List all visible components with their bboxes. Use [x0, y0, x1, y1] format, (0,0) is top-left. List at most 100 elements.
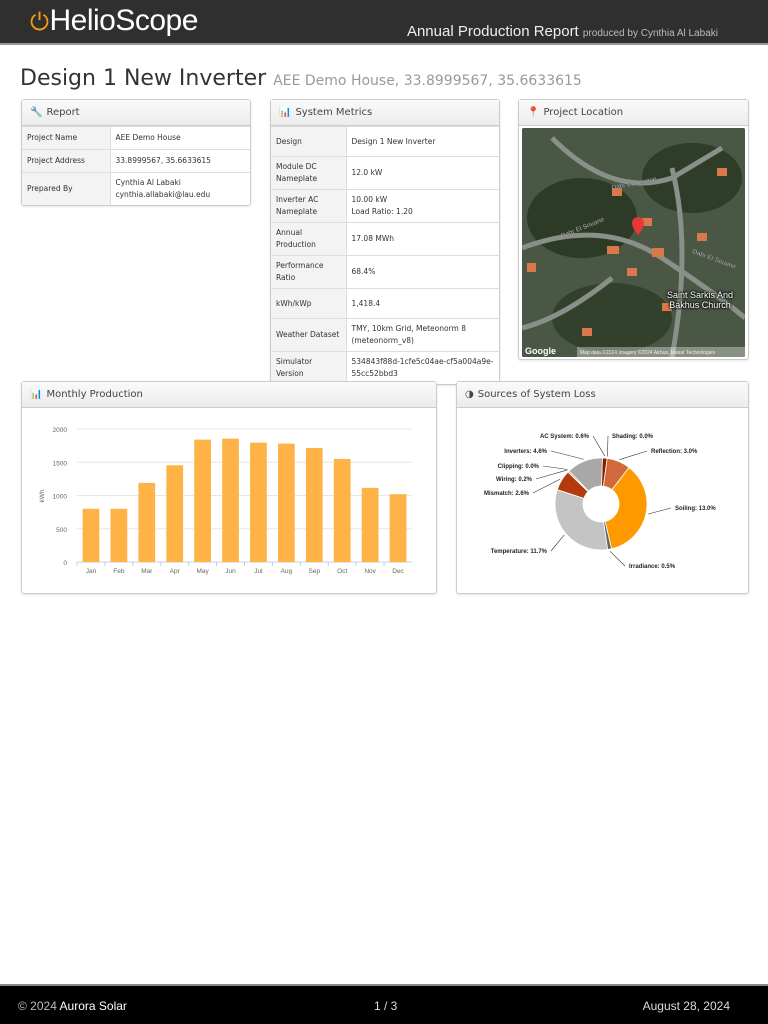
panel-title: System Metrics	[295, 107, 373, 118]
header-bar: ⏻HelioScope Annual Production Report pro…	[0, 0, 768, 45]
y-tick-label: 2000	[53, 427, 68, 434]
location-panel-header: 📍 Project Location	[519, 100, 748, 126]
system-loss-donut-chart: AC System: 0.6% Shading: 0.0% Reflection: …	[484, 434, 716, 570]
bar-oct	[333, 458, 351, 562]
bar-chart-icon: 📊	[279, 107, 292, 118]
leader-line	[532, 478, 561, 494]
value-text: TMY, 10km Grid, Meteonorm 8 (meteonorm_v…	[351, 324, 466, 345]
value-text: 10.00 kW	[351, 195, 388, 204]
report-table: Project Name AEE Demo House Project Addres…	[22, 126, 250, 205]
row-value: Cynthia Al Labaki cynthia.allabaki@lau.ed…	[110, 172, 250, 205]
leader-line	[535, 469, 568, 480]
page-number: 1 / 3	[374, 999, 398, 1013]
logo-text: HelioScope	[49, 4, 198, 37]
leader-line	[550, 534, 565, 552]
system-metrics-panel: 📊 System Metrics Design Design 1 New Inver…	[270, 99, 500, 385]
leader-line	[619, 450, 648, 460]
row-label: Design	[271, 126, 347, 157]
table-row: Annual Production 17.08 MWh	[271, 222, 499, 256]
metrics-table: Design Design 1 New Inverter Module DC Nam…	[271, 126, 499, 384]
y-tick-label: 500	[56, 527, 67, 534]
row-value: 12.0 kW	[346, 156, 499, 190]
value-text: 1,418.4	[351, 298, 381, 308]
x-tick-label: Feb	[113, 568, 125, 575]
monthly-production-chart: 0 500 1000 1500 2000 kWh Jan Feb Mar Apr May Jun Jul…	[39, 427, 412, 575]
value-text-secondary: Load Ratio: 1.20	[351, 207, 413, 216]
row-label: Simulator Version	[271, 351, 347, 384]
bar-dec	[389, 494, 407, 562]
panel-title: Monthly Production	[46, 389, 143, 400]
map-poi-label: Saint Sarkis And Bakhus Church	[666, 290, 734, 310]
value-text: 33.8999567, 35.6633615	[115, 156, 211, 165]
table-row: kWh/kWp 1,418.4	[271, 288, 499, 319]
leader-line	[647, 507, 672, 515]
table-row: Project Name AEE Demo House	[22, 126, 250, 150]
map-pin-icon: 📍	[527, 107, 540, 118]
monthly-panel-header: 📊 Monthly Production	[22, 382, 436, 408]
row-label: Project Name	[22, 126, 111, 150]
slice-label: AC System: 0.6%	[540, 434, 590, 440]
copyright: © 2024 Aurora Solar	[18, 999, 127, 1013]
report-date: August 28, 2024	[642, 999, 730, 1013]
bar-aug	[278, 443, 295, 562]
produced-by: produced by Cynthia Al Labaki	[582, 28, 718, 39]
map-attribution: Map data ©2024 Imagery ©2024 Airbus, Max…	[580, 349, 716, 356]
table-row: Inverter AC Nameplate 10.00 kW Load Ratio:…	[271, 189, 499, 223]
x-tick-label: Jan	[86, 568, 97, 575]
bar-jul	[250, 442, 267, 562]
row-label: Module DC Nameplate	[271, 156, 347, 190]
row-value: 17.08 MWh	[346, 222, 499, 256]
row-value: TMY, 10km Grid, Meteonorm 8 (meteonorm_v…	[346, 318, 499, 352]
x-tick-label: Nov	[364, 568, 376, 575]
satellite-map[interactable]: Dahr El Souane Dahr El Souane Dahr El So…	[522, 128, 745, 357]
row-value: 68.4%	[346, 255, 499, 289]
row-label: Project Address	[22, 149, 111, 173]
footer-bar: © 2024 Aurora Solar 1 / 3 August 28, 202…	[0, 984, 768, 1024]
row-label: Inverter AC Nameplate	[271, 189, 347, 223]
slice-label: Reflection: 3.0%	[651, 449, 698, 455]
value-text: AEE Demo House	[115, 133, 181, 142]
row-label: Weather Dataset	[271, 318, 347, 352]
report-title-text: Annual Production Report	[406, 23, 579, 40]
wrench-icon: 🔧	[30, 107, 43, 118]
table-row: Performance Ratio 68.4%	[271, 255, 499, 289]
row-value: Design 1 New Inverter	[346, 126, 499, 157]
table-row: Project Address 33.8999567, 35.6633615	[22, 149, 250, 173]
value-text: 534843f88d-1cfe5c04ae-cf5a004a9e-55cc52b…	[351, 357, 494, 378]
slice-label: Irradiance: 0.5%	[629, 564, 676, 570]
slice-label: Inverters: 4.6%	[504, 449, 547, 455]
helioscope-logo: ⏻HelioScope	[30, 4, 198, 38]
row-value: AEE Demo House	[110, 126, 250, 150]
bar-sep	[305, 447, 323, 562]
leader-line	[592, 435, 606, 457]
y-tick-label: 1500	[53, 460, 68, 467]
value-text: Cynthia Al Labaki	[115, 178, 181, 187]
map-imagery: Dahr El Souane Dahr El Souane Dahr El So…	[522, 128, 745, 357]
y-tick-label: 1000	[53, 494, 68, 501]
company-name: Aurora Solar	[59, 999, 127, 1013]
panel-title: Report	[46, 107, 80, 118]
google-logo: Google	[525, 346, 556, 356]
x-tick-label: Oct	[337, 568, 347, 575]
row-value: 534843f88d-1cfe5c04ae-cf5a004a9e-55cc52b…	[346, 351, 499, 384]
bar-mar	[138, 482, 156, 562]
value-text: 12.0 kW	[351, 168, 383, 177]
row-value: 33.8999567, 35.6633615	[110, 149, 250, 173]
leader-line	[550, 450, 584, 460]
report-panel-header: 🔧 Report	[22, 100, 250, 126]
page-title: Design 1 New Inverter AEE Demo House, 33…	[20, 66, 582, 91]
row-value: 1,418.4	[346, 288, 499, 319]
slice-label: Temperature: 11.7%	[491, 549, 548, 555]
row-label: Prepared By	[22, 172, 111, 205]
bar-jan	[82, 508, 100, 562]
row-label: Performance Ratio	[271, 255, 347, 289]
value-text-secondary: cynthia.allabaki@lau.edu	[115, 190, 211, 199]
leader-line	[542, 465, 568, 470]
row-label: kWh/kWp	[271, 288, 347, 319]
leader-line	[607, 435, 609, 457]
y-axis-label: kWh	[39, 489, 46, 502]
project-location-panel: 📍 Project Location Dahr El Souane Dahr El…	[518, 99, 749, 360]
value-text: 68.4%	[351, 267, 376, 276]
x-tick-label: Jul	[254, 568, 263, 575]
system-loss-panel: ◑ Sources of System Loss AC System: 0.6% S…	[456, 381, 749, 594]
